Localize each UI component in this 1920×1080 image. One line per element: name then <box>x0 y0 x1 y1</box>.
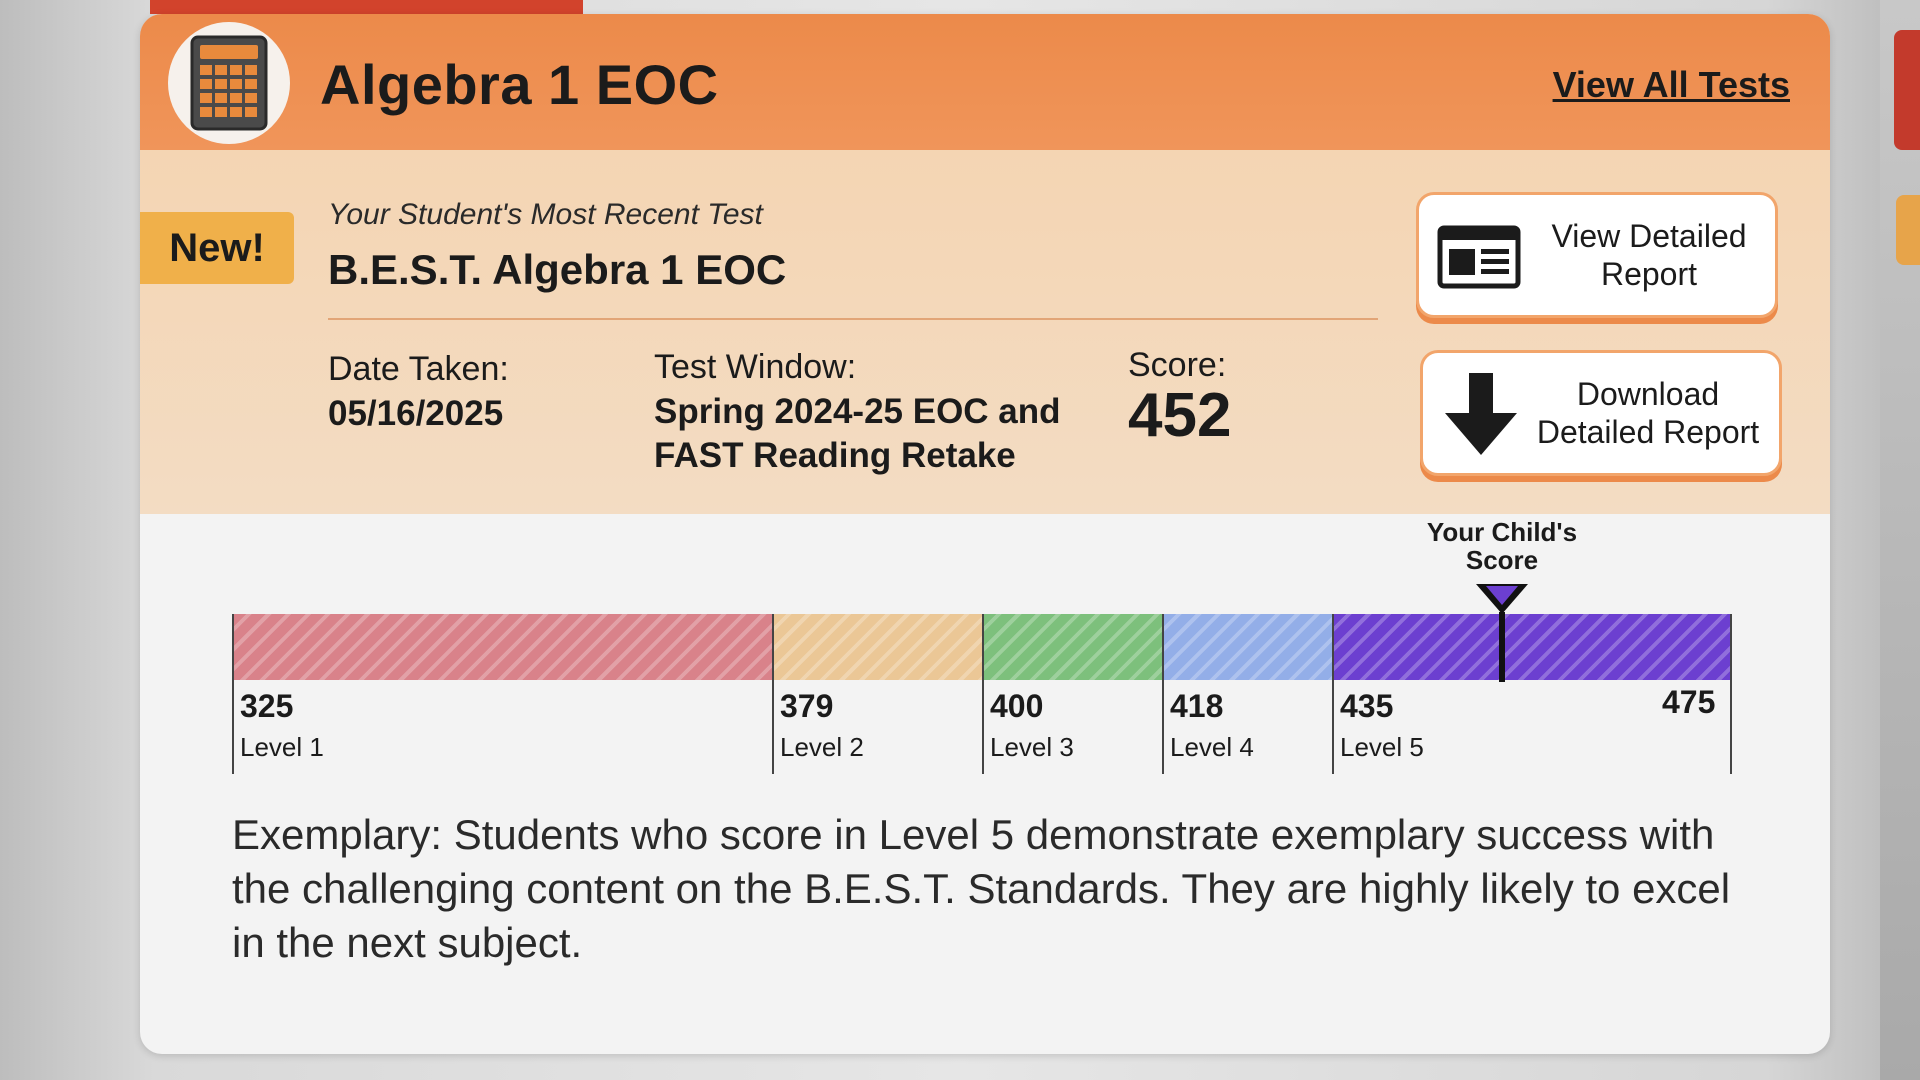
level-segment-5 <box>1332 614 1732 680</box>
download-arrow-icon <box>1445 373 1517 455</box>
level-start-score: 435 <box>1340 688 1394 724</box>
level-start-score: 418 <box>1170 688 1224 724</box>
test-card: Algebra 1 EOC View All Tests New! Your S… <box>140 14 1830 1054</box>
level-segment-3 <box>982 614 1162 680</box>
adjacent-card-edge <box>1880 0 1920 1080</box>
score-marker-line <box>1499 612 1505 682</box>
level-label: Level 4 <box>1170 732 1254 762</box>
date-taken-label: Date Taken: <box>328 350 509 388</box>
level-label: Level 2 <box>780 732 864 762</box>
level-segment-4 <box>1162 614 1332 680</box>
level-label: Level 1 <box>240 732 324 762</box>
your-child-score-label: Your Child's Score <box>1392 518 1612 574</box>
view-report-label-line1: View Detailed <box>1551 218 1747 254</box>
view-report-label-line2: Report <box>1600 256 1698 292</box>
view-all-tests-link[interactable]: View All Tests <box>1553 64 1790 106</box>
adjacent-card-header <box>1894 30 1920 150</box>
scale-max-score: 475 <box>1662 684 1716 720</box>
new-badge: New! <box>140 212 294 284</box>
level-description: Exemplary: Students who score in Level 5… <box>232 811 1731 966</box>
score-scale: Your Child's Score 325 Level 1 379 Level 2 4… <box>140 514 1830 1054</box>
date-taken-value: 05/16/2025 <box>328 394 504 433</box>
top-accent-bar <box>150 0 583 14</box>
level-boundary-tick <box>982 614 984 774</box>
level-boundary-tick <box>772 614 774 774</box>
download-detailed-report-button[interactable]: Download Detailed Report <box>1420 350 1782 476</box>
level-boundary-tick <box>1162 614 1164 774</box>
card-header: Algebra 1 EOC View All Tests <box>140 14 1830 150</box>
report-icon <box>1437 225 1521 289</box>
scale-end-tick <box>1730 614 1732 774</box>
download-report-label-line1: Download <box>1576 376 1720 412</box>
page-title: Algebra 1 EOC <box>320 53 719 116</box>
marker-label-line2: Score <box>1465 545 1539 575</box>
download-report-label-line2: Detailed Report <box>1536 414 1760 450</box>
view-detailed-report-button[interactable]: View Detailed Report <box>1416 192 1778 318</box>
divider <box>328 318 1378 320</box>
level-start-score: 400 <box>990 688 1044 724</box>
level-boundary-tick <box>1332 614 1334 774</box>
test-window-value-line1: Spring 2024-25 EOC and <box>654 392 1061 431</box>
recent-test-caption: Your Student's Most Recent Test <box>328 198 763 231</box>
marker-label-line1: Your Child's <box>1426 517 1578 547</box>
level-segment-1 <box>232 614 772 680</box>
test-window-label: Test Window: <box>654 348 857 386</box>
level-label: Level 3 <box>990 732 1074 762</box>
level-boundary-tick <box>232 614 234 774</box>
level-segment-2 <box>772 614 982 680</box>
recent-test-panel: New! Your Student's Most Recent Test B.E… <box>140 150 1830 514</box>
test-name: B.E.S.T. Algebra 1 EOC <box>328 246 787 293</box>
level-start-score: 325 <box>240 688 294 724</box>
score-value: 452 <box>1128 381 1232 450</box>
level-start-score: 379 <box>780 688 834 724</box>
test-window-value-line2: FAST Reading Retake <box>654 436 1016 475</box>
level-label: Level 5 <box>1340 732 1424 762</box>
adjacent-card-badge <box>1896 195 1920 265</box>
score-marker-arrow-fill <box>1486 586 1518 605</box>
calculator-icon <box>168 22 290 144</box>
